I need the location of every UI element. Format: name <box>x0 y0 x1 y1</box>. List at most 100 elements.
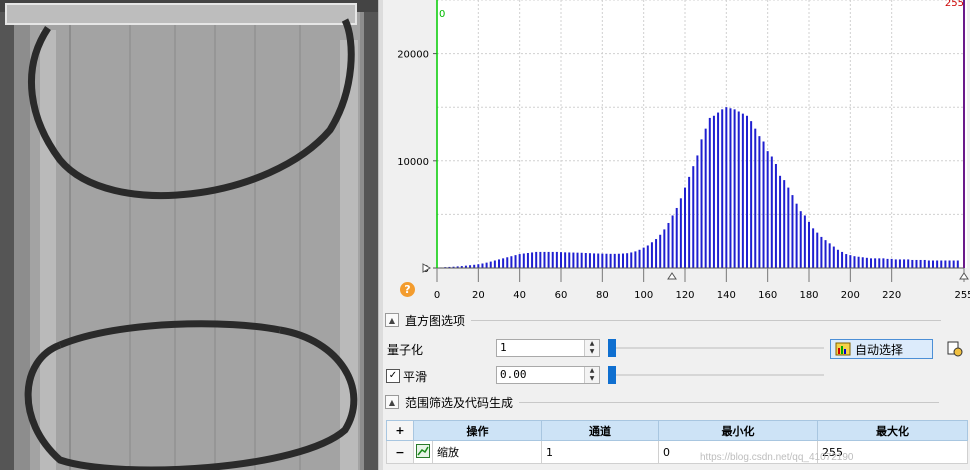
histogram-bar <box>704 128 707 268</box>
column-header-channel[interactable]: 通道 <box>541 420 659 441</box>
collapse-icon[interactable]: ▲ <box>385 313 399 327</box>
help-icon[interactable]: ? <box>400 282 415 297</box>
x-tick-label: 140 <box>717 290 736 301</box>
auto-select-label: 自动选择 <box>855 342 904 357</box>
histogram-bar <box>733 109 736 269</box>
section-divider <box>519 401 940 403</box>
histogram-bar <box>758 136 761 268</box>
histogram-options-header[interactable]: ▲ 直方图选项 <box>385 311 965 329</box>
histogram-bar <box>832 246 835 268</box>
x-tick-label: 120 <box>675 290 694 301</box>
histogram-bar <box>642 247 645 268</box>
histogram-bar <box>857 256 860 268</box>
histogram-bar <box>750 121 753 268</box>
histogram-bar <box>932 260 934 268</box>
table-header-row: + 操作 通道 最小化 最大化 <box>386 420 968 441</box>
histogram-bar <box>770 156 773 268</box>
histogram-bar <box>613 253 616 268</box>
smooth-spinbox[interactable]: 0.00 ▲ ▼ <box>496 366 600 384</box>
smooth-value: 0.00 <box>500 368 527 381</box>
histogram-bar <box>518 254 521 268</box>
row-channel[interactable]: 1 <box>541 440 659 464</box>
histogram-bar <box>853 256 856 268</box>
x-axis: 0 20 40 60 80 100 120 140 160 180 200 220 255 <box>434 267 970 301</box>
watermark: https://blog.csdn.net/qq_41072190 <box>700 452 854 463</box>
histogram-bar <box>531 252 534 268</box>
histogram-bar <box>522 253 525 268</box>
histogram-bar <box>795 203 798 268</box>
histogram-bar <box>617 253 620 268</box>
histogram-bar <box>489 261 492 268</box>
spin-down-icon[interactable]: ▼ <box>585 375 599 383</box>
histogram-bar <box>845 254 848 268</box>
histogram-bar <box>923 259 926 268</box>
high-marker-icon[interactable] <box>959 272 969 280</box>
spin-up-icon[interactable]: ▲ <box>585 367 599 375</box>
histogram-bar <box>659 234 662 268</box>
histogram-bar <box>485 262 488 268</box>
histogram-bar <box>907 259 910 268</box>
mean-marker-icon[interactable] <box>667 272 677 280</box>
x-tick-label: 180 <box>799 290 818 301</box>
histogram-bar <box>836 249 839 268</box>
histogram-bar <box>539 251 542 268</box>
histogram-bar <box>535 251 538 268</box>
histogram-bar <box>849 255 852 268</box>
histogram-bar <box>754 128 757 268</box>
histogram-bar <box>510 256 513 268</box>
export-icon[interactable] <box>947 341 963 357</box>
spin-down-icon[interactable]: ▼ <box>585 348 599 356</box>
histogram-bar <box>551 251 554 268</box>
quantize-slider-track[interactable] <box>610 347 824 349</box>
histogram-bar <box>791 195 794 268</box>
auto-select-button[interactable]: 自动选择 <box>830 339 933 359</box>
smooth-checkbox[interactable]: ✓ <box>386 369 400 383</box>
histogram-bar <box>808 221 810 268</box>
range-table: + 操作 通道 最小化 最大化 − 缩放 1 0 255 <box>386 420 968 464</box>
histogram-bar <box>799 211 802 268</box>
histogram-bar <box>927 260 930 268</box>
x-tick-label: 200 <box>841 290 860 301</box>
histogram-bar <box>936 260 939 268</box>
histogram-bar <box>634 251 637 268</box>
histogram-bar <box>684 187 686 268</box>
smooth-slider-track[interactable] <box>610 374 824 376</box>
histogram-bar <box>878 258 881 268</box>
column-header-min[interactable]: 最小化 <box>658 420 818 441</box>
remove-row-button[interactable]: − <box>386 440 414 464</box>
histogram-chart: 0 10000 20000 0 20 40 60 80 100 120 140 160 180 200 2… <box>397 0 970 301</box>
smooth-slider-thumb[interactable] <box>608 366 616 384</box>
histogram-bar <box>820 236 823 268</box>
histogram-bar <box>609 253 612 268</box>
histogram-bar <box>700 139 703 268</box>
x-tick-label: 0 <box>434 290 440 301</box>
row-op[interactable]: 缩放 <box>432 440 542 464</box>
quantize-spinbox[interactable]: 1 ▲ ▼ <box>496 339 600 357</box>
histogram-bar <box>729 108 732 268</box>
histogram-bar <box>952 260 955 268</box>
low-threshold-label: 0 <box>439 9 445 20</box>
histogram-bar <box>746 115 748 268</box>
histogram-bar <box>601 253 604 268</box>
histogram-bar <box>774 164 777 268</box>
histogram-bar <box>717 112 720 268</box>
histogram-bar <box>874 258 877 268</box>
histogram-bar <box>671 215 674 268</box>
quantize-value: 1 <box>500 341 507 354</box>
histogram-bar <box>721 109 724 269</box>
column-header-op[interactable]: 操作 <box>413 420 542 441</box>
histogram-bar <box>588 253 591 268</box>
quantize-slider-thumb[interactable] <box>608 339 616 357</box>
histogram-bar <box>514 255 517 268</box>
table-row[interactable]: − 缩放 1 0 255 <box>386 440 968 464</box>
x-tick-label: 60 <box>555 290 568 301</box>
histogram-bar <box>638 249 641 268</box>
histogram-bar <box>477 264 480 268</box>
range-section-header[interactable]: ▲ 范围筛选及代码生成 <box>385 393 965 411</box>
histogram-bar <box>841 251 844 268</box>
collapse-icon[interactable]: ▲ <box>385 395 399 409</box>
histogram-bar <box>663 229 666 268</box>
spin-up-icon[interactable]: ▲ <box>585 340 599 348</box>
add-row-button[interactable]: + <box>386 420 414 441</box>
column-header-max[interactable]: 最大化 <box>817 420 968 441</box>
